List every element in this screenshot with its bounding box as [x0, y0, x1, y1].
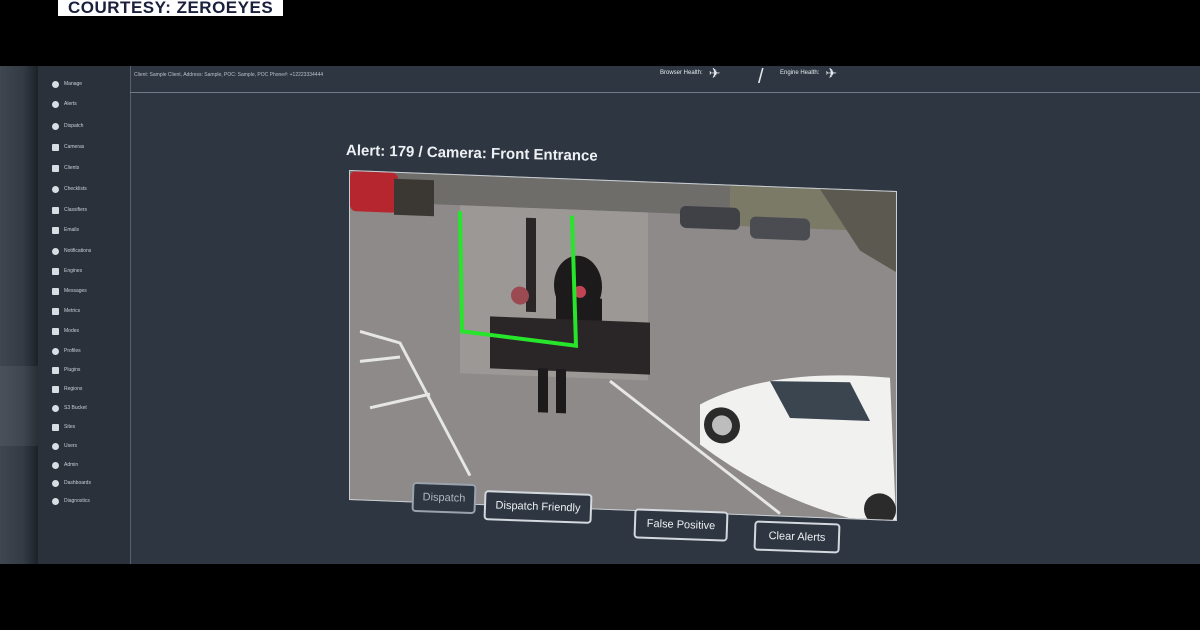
- sidebar-item-profiles[interactable]: Profiles: [52, 345, 81, 357]
- sidebar-item-diagnostics[interactable]: Diagnostics: [52, 495, 90, 507]
- sidebar-item-messages[interactable]: Messages: [52, 285, 87, 297]
- dispatch-friendly-button[interactable]: Dispatch Friendly: [483, 490, 593, 524]
- plug-icon: [52, 366, 59, 374]
- camera-feed-image: [350, 171, 896, 521]
- sidebar-item-s3-bucket[interactable]: S3 Bucket: [52, 402, 87, 414]
- sidebar-item-regions[interactable]: Regions: [52, 383, 82, 395]
- sidebar-item-classifiers[interactable]: Classifiers: [52, 204, 87, 216]
- alert-title: Alert: 179 / Camera: Front Entrance: [345, 142, 598, 165]
- alert-screen: Manage Alerts Dispatch Cameras Clients C…: [38, 66, 1200, 564]
- engine-health: Engine Health: ✈: [780, 66, 838, 81]
- message-icon: [52, 287, 59, 295]
- bell-icon: [52, 100, 59, 108]
- camera-icon: [52, 143, 59, 151]
- file-icon: [52, 423, 59, 431]
- dispatch-button[interactable]: Dispatch: [411, 481, 477, 515]
- sidebar-item-manage[interactable]: Manage: [52, 78, 82, 90]
- chart-icon: [52, 307, 59, 315]
- sidebar-item-sites[interactable]: Sites: [52, 421, 75, 433]
- sidebar-item-modes[interactable]: Modes: [52, 325, 79, 337]
- share-icon: [52, 226, 59, 234]
- sidebar-item-dashboards[interactable]: Dashboards: [52, 477, 91, 489]
- courtesy-watermark: COURTESY: ZEROEYES: [58, 0, 284, 16]
- sidebar-item-plugins[interactable]: Plugins: [52, 364, 80, 376]
- shield-icon: [52, 122, 59, 130]
- bell-icon: [52, 247, 59, 255]
- monitor: Manage Alerts Dispatch Cameras Clients C…: [0, 66, 1200, 564]
- home-icon: [52, 80, 59, 88]
- folder-icon: [52, 206, 59, 214]
- browser-health-icon: ✈: [708, 66, 721, 81]
- sidebar: Manage Alerts Dispatch Cameras Clients C…: [38, 66, 131, 564]
- sidebar-item-clients[interactable]: Clients: [52, 162, 79, 174]
- sidebar-item-metrics[interactable]: Metrics: [52, 305, 80, 317]
- user-icon: [52, 461, 59, 469]
- clear-alerts-button[interactable]: Clear Alerts: [753, 520, 841, 554]
- browser-health: Browser Health: ✈: [660, 66, 721, 81]
- client-info: Client: Sample Client, Address: Sample, …: [134, 72, 324, 78]
- folder-icon: [52, 327, 59, 335]
- sidebar-item-dispatch[interactable]: Dispatch: [52, 120, 83, 132]
- user-icon: [52, 442, 59, 450]
- sidebar-item-checklists[interactable]: Checklists: [52, 183, 87, 195]
- pencil-icon: [52, 385, 59, 393]
- video-frame: Manage Alerts Dispatch Cameras Clients C…: [0, 0, 1200, 630]
- false-positive-button[interactable]: False Positive: [633, 508, 729, 542]
- health-separator: /: [758, 66, 764, 88]
- monitor-bezel: [0, 66, 38, 564]
- sidebar-item-users[interactable]: Users: [52, 440, 77, 452]
- camera-feed: [349, 170, 897, 522]
- info-icon: [52, 185, 59, 193]
- folder-icon: [52, 164, 59, 172]
- sidebar-item-emails[interactable]: Emails: [52, 224, 79, 236]
- eye-icon: [52, 347, 59, 355]
- dashboard-icon: [52, 479, 59, 487]
- sidebar-item-notifications[interactable]: Notifications: [52, 245, 91, 257]
- search-icon: [52, 497, 59, 505]
- sidebar-item-cameras[interactable]: Cameras: [52, 141, 84, 153]
- cloud-icon: [52, 404, 59, 412]
- sidebar-item-engines[interactable]: Engines: [52, 265, 82, 277]
- sidebar-item-alerts[interactable]: Alerts: [52, 98, 77, 110]
- engine-health-icon: ✈: [825, 66, 838, 81]
- server-icon: [52, 267, 59, 275]
- sidebar-item-admin[interactable]: Admin: [52, 459, 78, 471]
- top-bar: Client: Sample Client, Address: Sample, …: [130, 66, 1200, 93]
